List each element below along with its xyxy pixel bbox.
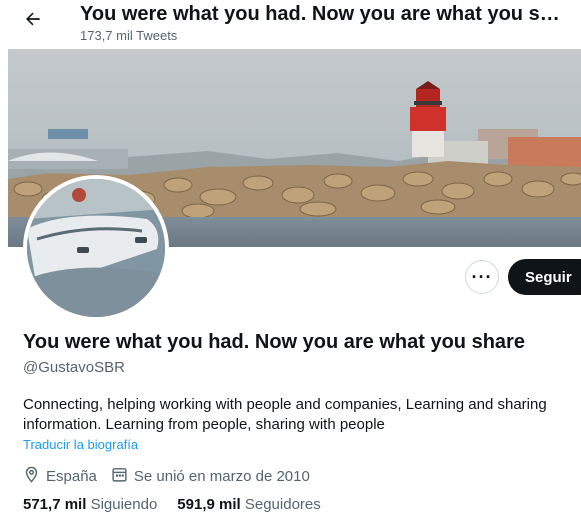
join-date: Se unió en marzo de 2010 — [111, 466, 310, 487]
bio: Connecting, helping working with people … — [23, 395, 573, 435]
tweet-count: 173,7 mil Tweets — [80, 28, 178, 43]
follow-stats: 571,7 mil Siguiendo 591,9 mil Seguidores — [23, 496, 341, 513]
follow-button[interactable]: Seguir — [508, 259, 581, 295]
avatar[interactable] — [23, 175, 169, 321]
following-label: Siguiendo — [90, 496, 158, 513]
display-name: You were what you had. Now you are what … — [23, 331, 525, 353]
arrow-left-icon — [23, 9, 43, 34]
profile-header: You were what you had. Now you are what … — [0, 0, 581, 48]
header-title: You were what you had. Now you are what … — [80, 3, 560, 25]
following-count: 571,7 mil — [23, 496, 87, 513]
more-icon: ··· — [471, 267, 493, 287]
location-text: España — [46, 467, 97, 485]
back-button[interactable] — [16, 4, 50, 38]
join-date-text: Se unió en marzo de 2010 — [133, 467, 310, 485]
location-pin-icon — [23, 466, 46, 487]
more-options-button[interactable]: ··· — [465, 260, 499, 294]
user-handle: @GustavoSBR — [23, 359, 125, 376]
translate-bio-link[interactable]: Traducir la biografía — [23, 437, 138, 452]
profile-meta: España Se unió en marzo de 2010 — [23, 465, 324, 487]
followers-count: 591,9 mil — [177, 496, 241, 513]
followers-label: Seguidores — [244, 496, 321, 513]
calendar-icon — [111, 466, 134, 487]
bio-line: Connecting, helping working with people … — [23, 396, 547, 413]
followers-link[interactable]: 591,9 mil Seguidores — [177, 496, 320, 513]
following-link[interactable]: 571,7 mil Siguiendo — [23, 496, 157, 513]
bio-line: information. Learning from people, shari… — [23, 416, 385, 433]
location: España — [23, 466, 97, 487]
